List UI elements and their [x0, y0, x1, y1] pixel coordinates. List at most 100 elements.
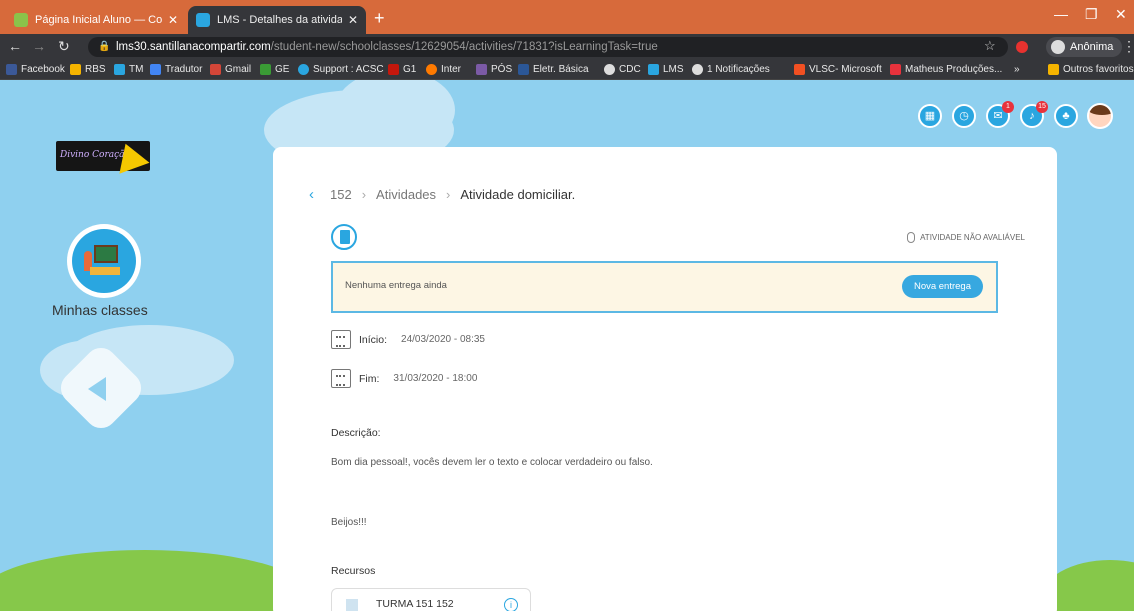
- mail-icon[interactable]: ✉ 1: [986, 101, 1014, 128]
- end-label: Fim:: [359, 372, 380, 385]
- resource-item[interactable]: TURMA 151 152 i: [331, 588, 531, 611]
- minimize-icon[interactable]: —: [1054, 6, 1068, 22]
- chevron-left-icon[interactable]: ‹: [309, 186, 314, 203]
- start-value: 24/03/2020 - 08:35: [401, 334, 485, 345]
- bookmark-g1[interactable]: G1: [388, 64, 416, 75]
- chevron-right-icon: ›: [361, 187, 367, 202]
- avatar[interactable]: [1087, 103, 1113, 129]
- bookmarks-overflow[interactable]: »: [1014, 64, 1020, 75]
- incognito-icon: [1051, 40, 1065, 54]
- clock-icon[interactable]: ◷: [952, 104, 976, 128]
- new-tab-icon[interactable]: +: [374, 8, 385, 29]
- breadcrumb-class[interactable]: 152: [330, 187, 352, 202]
- browser-titlebar: Página Inicial Aluno — Compart ✕ LMS - D…: [0, 0, 1134, 34]
- bookmark-tradutor[interactable]: Tradutor: [150, 64, 202, 75]
- bookmark-cdc[interactable]: CDC: [604, 64, 641, 75]
- description-line: Bom dia pessoal!, vocês devem ler o text…: [331, 457, 653, 468]
- bell-icon[interactable]: ♪ 15: [1020, 101, 1048, 128]
- resource-name: TURMA 151 152: [376, 598, 454, 610]
- lock-icon: 🔒: [98, 41, 111, 52]
- url-path: /student-new/schoolclasses/12629054/acti…: [270, 41, 658, 53]
- matheus-icon: [890, 64, 901, 75]
- bookmark-rbs[interactable]: RBS: [70, 64, 106, 75]
- tab-favicon-icon: [14, 13, 28, 27]
- people-icon[interactable]: ♣: [1054, 104, 1078, 128]
- delivery-box: Nenhuma entrega ainda Nova entrega: [331, 261, 998, 313]
- new-delivery-button[interactable]: Nova entrega: [901, 275, 983, 298]
- breadcrumb-section[interactable]: Atividades: [376, 187, 436, 202]
- reload-icon[interactable]: ↻: [58, 38, 70, 55]
- bookmark-gmail[interactable]: Gmail: [210, 64, 251, 75]
- close-window-icon[interactable]: ✕: [1115, 6, 1127, 23]
- grass-decoration: [0, 550, 310, 611]
- ge-icon: [260, 64, 271, 75]
- inter-icon: [426, 64, 437, 75]
- bookmarks-bar: Facebook RBS TM Tradutor Gmail GE Suppor…: [0, 60, 1134, 80]
- globe-icon: [604, 64, 615, 75]
- end-date-row: Fim: 31/03/2020 - 18:00: [331, 369, 477, 388]
- url-host: lms30.santillanacompartir.com: [116, 41, 271, 53]
- support-icon: [298, 64, 309, 75]
- bookmark-facebook[interactable]: Facebook: [6, 64, 65, 75]
- bookmark-pos[interactable]: PÓS: [476, 64, 512, 75]
- file-icon: [346, 599, 358, 611]
- bookmark-matheus[interactable]: Matheus Produções...: [890, 64, 1002, 75]
- folder-icon: [1048, 64, 1059, 75]
- eletr-icon: [518, 64, 529, 75]
- globe-icon: [692, 64, 703, 75]
- translate-icon: [150, 64, 161, 75]
- close-tab-icon[interactable]: ✕: [348, 13, 358, 27]
- microsoft-icon: [794, 64, 805, 75]
- start-label: Início:: [359, 333, 388, 346]
- classroom-icon: [72, 229, 136, 293]
- forward-arrow-icon[interactable]: →: [32, 38, 46, 54]
- extension-icon[interactable]: [1016, 41, 1028, 53]
- calendar-icon: [331, 330, 351, 349]
- notifications-badge: 15: [1036, 101, 1048, 113]
- bookmark-star-icon[interactable]: ☆: [984, 38, 996, 54]
- page-shape: [340, 230, 350, 244]
- maximize-icon[interactable]: ❐: [1085, 6, 1098, 23]
- tab-pagina-inicial[interactable]: Página Inicial Aluno — Compart ✕: [6, 6, 186, 34]
- messages-badge: 1: [1002, 101, 1014, 113]
- bookmark-lms[interactable]: LMS: [648, 64, 684, 75]
- profile-button[interactable]: Anônima: [1046, 37, 1123, 57]
- pos-icon: [476, 64, 487, 75]
- calendar-icon[interactable]: ▦: [918, 104, 942, 128]
- profile-label: Anônima: [1070, 41, 1114, 53]
- bookmark-tm[interactable]: TM: [114, 64, 143, 75]
- address-bar[interactable]: 🔒 lms30.santillanacompartir.com/student-…: [88, 37, 1008, 57]
- bookmark-vlsc[interactable]: VLSC- Microsoft: [794, 64, 882, 75]
- minhas-classes-button[interactable]: [67, 224, 141, 298]
- lms-icon: [648, 64, 659, 75]
- app-logo-triangle: [88, 377, 106, 401]
- mouse-icon: [907, 232, 916, 243]
- not-evaluable-label: ATIVIDADE NÃO AVALIÁVEL: [907, 232, 1025, 243]
- bookmark-notificacoes[interactable]: 1 Notificações: [692, 64, 770, 75]
- menu-kebab-icon[interactable]: ⋮: [1122, 38, 1134, 55]
- tm-icon: [114, 64, 125, 75]
- page-background: Divino Coração Minhas classes ▦ ◷ ✉ 1 ♪ 15…: [0, 80, 1134, 611]
- avatar-hair: [1089, 105, 1111, 115]
- chevron-right-icon: ›: [446, 187, 451, 202]
- bookmark-support[interactable]: Support : ACSC: [298, 64, 384, 75]
- back-arrow-icon[interactable]: ←: [8, 38, 22, 54]
- description-line: Beijos!!!: [331, 517, 367, 528]
- bookmark-ge[interactable]: GE: [260, 64, 289, 75]
- info-icon[interactable]: i: [504, 598, 518, 611]
- activity-card: ‹ 152 › Atividades › Atividade domicilia…: [273, 147, 1057, 611]
- calendar-icon: [331, 369, 351, 388]
- close-tab-icon[interactable]: ✕: [168, 13, 178, 27]
- bookmark-outros-favoritos[interactable]: Outros favoritos: [1048, 64, 1134, 75]
- breadcrumb: ‹ 152 › Atividades › Atividade domicilia…: [309, 186, 575, 203]
- bookmark-eletr-basica[interactable]: Eletr. Básica: [518, 64, 589, 75]
- g1-icon: [388, 64, 399, 75]
- tab-favicon-icon: [196, 13, 210, 27]
- browser-toolbar: ← → ↻ 🔒 lms30.santillanacompartir.com/st…: [0, 34, 1134, 60]
- tab-title: LMS - Detalhes da atividade: [217, 14, 342, 26]
- start-date-row: Início: 24/03/2020 - 08:35: [331, 330, 485, 349]
- bookmark-inter[interactable]: Inter: [426, 64, 461, 75]
- tab-lms-detalhes[interactable]: LMS - Detalhes da atividade ✕: [188, 6, 366, 34]
- minhas-classes-label[interactable]: Minhas classes: [52, 302, 148, 318]
- description-title: Descrição:: [331, 427, 381, 439]
